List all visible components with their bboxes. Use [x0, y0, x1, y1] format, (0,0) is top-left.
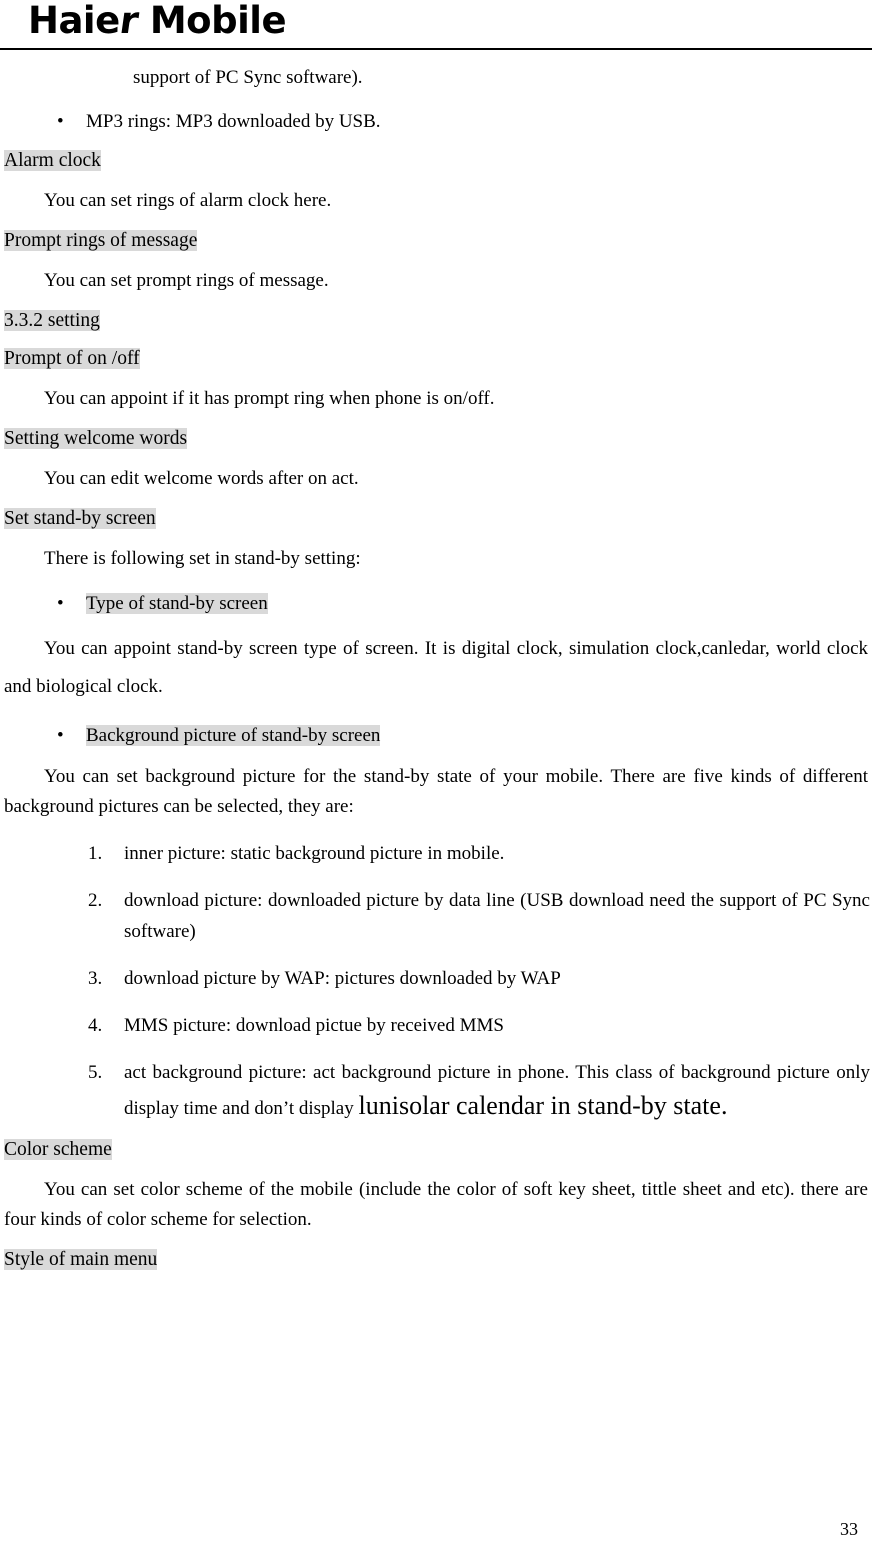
list-number: 5. [88, 1062, 103, 1083]
paragraph-prompt-on-off: You can appoint if it has prompt ring wh… [44, 388, 495, 409]
haier-mobile-logo: Haier Mobile [28, 0, 287, 44]
heading-prompt-on-off-label: Prompt of on /off [4, 348, 140, 369]
paragraph-color-scheme: You can set color scheme of the mobile (… [4, 1179, 868, 1230]
list-item-type-of-stand-by-screen: • Type of stand-by screen [2, 590, 870, 618]
paragraph-background-picture-intro: You can set background picture for the s… [4, 766, 868, 817]
table-row-numbered-item-3: 3. download picture by WAP: pictures dow… [2, 963, 870, 994]
paragraph-alarm-clock-text: You can set rings of alarm clock here. [44, 190, 332, 211]
heading-welcome-words-label: Setting welcome words [4, 428, 188, 449]
list-item-label: Type of stand-by screen [86, 593, 268, 614]
list-number: 4. [88, 1015, 103, 1036]
bullet-icon: • [57, 593, 64, 614]
document-content: support of PC Sync software). • MP3 ring… [0, 50, 872, 1273]
page-header: Haier Mobile [0, 0, 872, 50]
list-item-label-emphasis: lunisolar calendar in stand-by state. [358, 1091, 728, 1120]
paragraph-alarm-clock: You can set rings of alarm clock here. [2, 186, 870, 216]
heading-section-3-3-2-setting: 3.3.2 setting [2, 308, 870, 334]
list-item-label: download picture by WAP: pictures downlo… [124, 968, 561, 989]
list-item-label: inner picture: static background picture… [124, 843, 505, 864]
heading-alarm-clock: Alarm clock [2, 148, 870, 174]
heading-style-main-menu-label: Style of main menu [4, 1249, 158, 1270]
heading-alarm-clock-label: Alarm clock [4, 150, 101, 171]
page-number: 33 [840, 1519, 858, 1539]
heading-set-stand-by-screen: Set stand-by screen [2, 506, 870, 532]
list-number: 1. [88, 843, 103, 864]
heading-color-scheme: Color scheme [2, 1137, 870, 1163]
heading-prompt-of-on-off: Prompt of on /off [2, 346, 870, 372]
heading-setting-welcome-words: Setting welcome words [2, 426, 870, 452]
table-row-numbered-item-4: 4. MMS picture: download pictue by recei… [2, 1010, 870, 1041]
list-item-background-picture-of-stand-by-screen: • Background picture of stand-by screen [2, 722, 870, 750]
paragraph-prompt-rings: You can set prompt rings of message. [44, 270, 329, 291]
heading-prompt-rings-label: Prompt rings of message [4, 230, 198, 251]
continuation-line: support of PC Sync software). [133, 67, 363, 88]
heading-color-scheme-label: Color scheme [4, 1139, 112, 1160]
heading-stand-by-screen-label: Set stand-by screen [4, 508, 156, 529]
table-row-numbered-item-2: 2. download picture: downloaded picture … [2, 885, 870, 947]
list-item-mp3-rings: • MP3 rings: MP3 downloaded by USB. [2, 108, 870, 136]
heading-prompt-rings-of-message: Prompt rings of message [2, 228, 870, 254]
bullet-icon: • [57, 725, 64, 746]
bullet-icon: • [57, 111, 64, 132]
paragraph-type-of-stand-by-screen: You can appoint stand-by screen type of … [4, 638, 868, 697]
heading-style-of-main-menu: Style of main menu [2, 1247, 870, 1273]
heading-section-label: 3.3.2 setting [4, 310, 100, 331]
list-number: 3. [88, 968, 103, 989]
list-item-label: MMS picture: download pictue by received… [124, 1015, 504, 1036]
table-row-numbered-item-5: 5. act background picture: act background… [2, 1057, 870, 1125]
paragraph-stand-by-intro: There is following set in stand-by setti… [44, 548, 361, 569]
list-item-label: MP3 rings: MP3 downloaded by USB. [86, 111, 381, 132]
logo-text-part1: Haie [28, 0, 120, 42]
paragraph-welcome-words: You can edit welcome words after on act. [44, 468, 359, 489]
table-row-numbered-item-1: 1. inner picture: static background pict… [2, 838, 870, 869]
list-item-label: Background picture of stand-by screen [86, 725, 381, 746]
list-number: 2. [88, 890, 103, 911]
list-item-label: download picture: downloaded picture by … [124, 890, 870, 942]
logo-text-part2: Mobile [137, 0, 287, 42]
